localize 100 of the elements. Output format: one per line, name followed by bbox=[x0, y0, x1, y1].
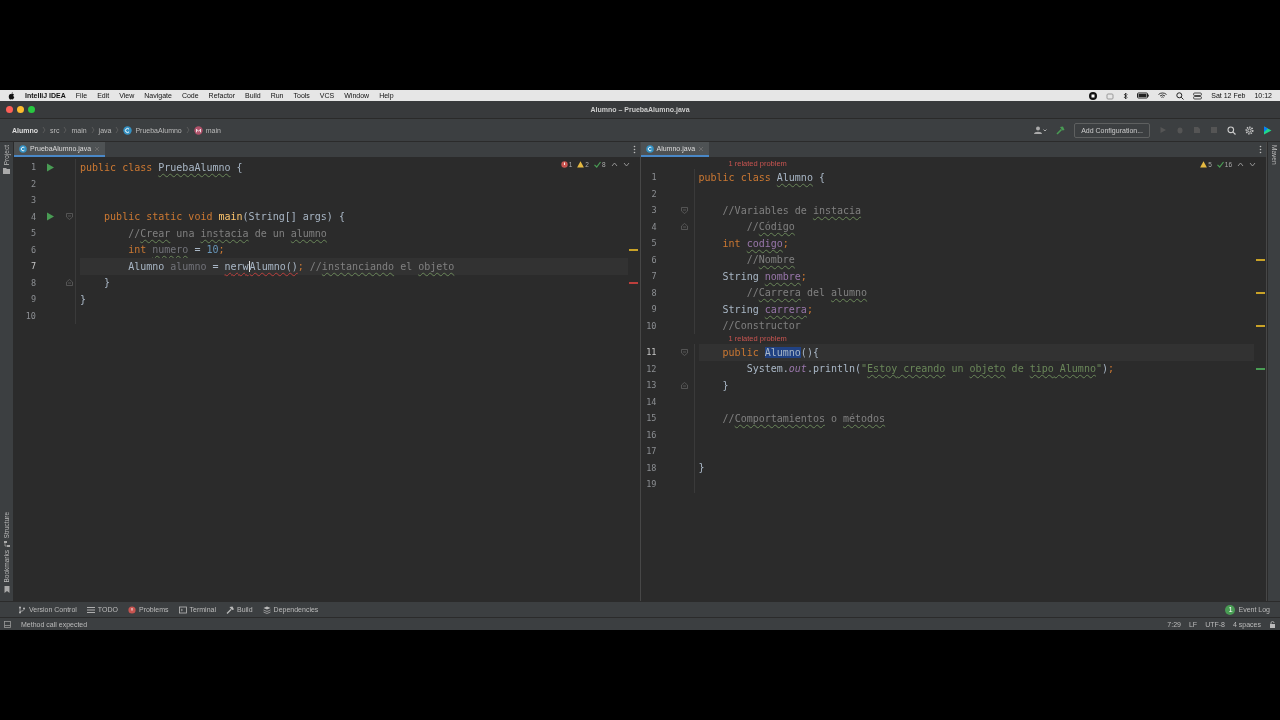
settings-icon[interactable] bbox=[1245, 125, 1254, 135]
code-token: " bbox=[861, 363, 868, 375]
code-token: main bbox=[218, 211, 243, 223]
code-token: // bbox=[308, 260, 322, 272]
code-token: ; bbox=[800, 270, 807, 282]
code-token: } bbox=[721, 379, 729, 391]
line-number: 2 bbox=[650, 188, 658, 199]
error-icon bbox=[127, 605, 136, 614]
code-token: public class bbox=[80, 161, 154, 173]
code-token: instacia bbox=[812, 204, 862, 216]
class-icon bbox=[123, 125, 133, 135]
ok-icon bbox=[1216, 161, 1224, 168]
run-icon[interactable] bbox=[46, 212, 54, 222]
code-token: String bbox=[721, 270, 760, 282]
hammer-icon[interactable] bbox=[1056, 125, 1066, 135]
code-token: { bbox=[817, 171, 825, 183]
code-token: public bbox=[721, 346, 760, 358]
apple-icon[interactable] bbox=[8, 91, 15, 100]
panel-icon[interactable] bbox=[4, 620, 11, 628]
line-number: 6 bbox=[650, 254, 658, 265]
down-icon[interactable] bbox=[622, 162, 630, 167]
lock-icon[interactable] bbox=[1269, 620, 1276, 628]
code-token: " bbox=[1095, 363, 1102, 375]
code-token: //Variables de bbox=[721, 204, 808, 216]
minimize-button[interactable] bbox=[17, 106, 24, 113]
code-token: Alumno bbox=[764, 346, 801, 358]
code-token: // bbox=[745, 254, 759, 266]
line-number: 7 bbox=[650, 271, 658, 282]
wifi-icon[interactable] bbox=[1158, 92, 1168, 99]
class-icon bbox=[19, 144, 27, 153]
up-icon[interactable] bbox=[610, 162, 618, 167]
code-token: } bbox=[80, 293, 87, 305]
chevron-icon bbox=[63, 126, 68, 134]
terminal-icon bbox=[178, 605, 187, 614]
close-button[interactable] bbox=[6, 106, 13, 113]
code-token: Comportamientos bbox=[734, 412, 825, 424]
code-token: alumno bbox=[831, 287, 868, 299]
code-token: ; bbox=[806, 303, 813, 315]
code-token: ; bbox=[782, 237, 789, 249]
bookmark-icon bbox=[3, 586, 10, 593]
error-stripe-mark[interactable] bbox=[1255, 367, 1265, 370]
line-number: 14 bbox=[645, 396, 658, 407]
line-number: 8 bbox=[29, 277, 37, 288]
record-icon[interactable] bbox=[1089, 91, 1098, 100]
warning-icon bbox=[1200, 161, 1208, 168]
line-number: 12 bbox=[645, 363, 658, 374]
code-token: nerw bbox=[224, 260, 250, 272]
code-token: creando bbox=[902, 363, 946, 375]
code-token: ; bbox=[1108, 363, 1115, 375]
run-icon[interactable] bbox=[46, 162, 54, 172]
user-dropdown-icon[interactable] bbox=[1034, 126, 1048, 134]
code-token: carrera bbox=[764, 303, 807, 315]
code-token: // bbox=[745, 221, 759, 233]
code-token: una bbox=[175, 227, 196, 239]
method-icon bbox=[193, 125, 203, 135]
up-icon[interactable] bbox=[1237, 162, 1244, 167]
line-number: 4 bbox=[29, 211, 37, 222]
line-number: 3 bbox=[29, 195, 37, 206]
code-token: instacia bbox=[200, 227, 249, 239]
code-token: int bbox=[721, 237, 742, 249]
code-token: alumno bbox=[170, 260, 207, 272]
line-number: 6 bbox=[29, 244, 37, 255]
chevron-icon bbox=[185, 126, 190, 134]
down-icon[interactable] bbox=[1249, 162, 1256, 167]
code-token: instanciando bbox=[321, 260, 395, 272]
error-stripe-mark[interactable] bbox=[629, 281, 638, 284]
zoom-button[interactable] bbox=[28, 106, 35, 113]
line-number: 1 bbox=[650, 172, 658, 183]
play-logo-icon[interactable] bbox=[1263, 125, 1272, 135]
code-token: } bbox=[103, 277, 111, 289]
warning-icon bbox=[577, 161, 585, 168]
line-number: 10 bbox=[645, 320, 658, 331]
code-token: //Constructor bbox=[721, 320, 801, 332]
search-icon[interactable] bbox=[1227, 125, 1236, 135]
code-token: { bbox=[235, 161, 243, 173]
chevron-icon bbox=[42, 126, 47, 134]
error-stripe-mark[interactable] bbox=[1255, 324, 1265, 327]
code-token: el bbox=[399, 260, 414, 272]
line-number: 1 bbox=[29, 162, 37, 173]
search-icon[interactable] bbox=[1176, 91, 1185, 100]
line-number: 7 bbox=[29, 261, 37, 272]
ok-icon bbox=[593, 161, 601, 168]
error-stripe-mark[interactable] bbox=[1255, 258, 1265, 261]
control-center-icon[interactable] bbox=[1193, 91, 1203, 100]
line-number: 8 bbox=[650, 287, 658, 298]
error-stripe-mark[interactable] bbox=[629, 248, 638, 251]
code-token: System. bbox=[745, 363, 789, 375]
code-token: public static void bbox=[103, 211, 214, 223]
code-token: ; bbox=[297, 260, 304, 272]
list-icon bbox=[86, 605, 95, 614]
error-icon bbox=[560, 161, 568, 168]
code-token: (String[] args) { bbox=[242, 211, 345, 223]
battery-icon[interactable] bbox=[1137, 92, 1150, 99]
code-token: objeto bbox=[969, 363, 1006, 375]
line-number: 13 bbox=[645, 380, 658, 391]
error-stripe-mark[interactable] bbox=[1255, 291, 1265, 294]
code-token: = bbox=[193, 244, 202, 256]
code-token: Alumno bbox=[1058, 363, 1096, 375]
code-token: ) bbox=[1101, 363, 1108, 375]
bluetooth-icon[interactable] bbox=[1123, 91, 1129, 100]
